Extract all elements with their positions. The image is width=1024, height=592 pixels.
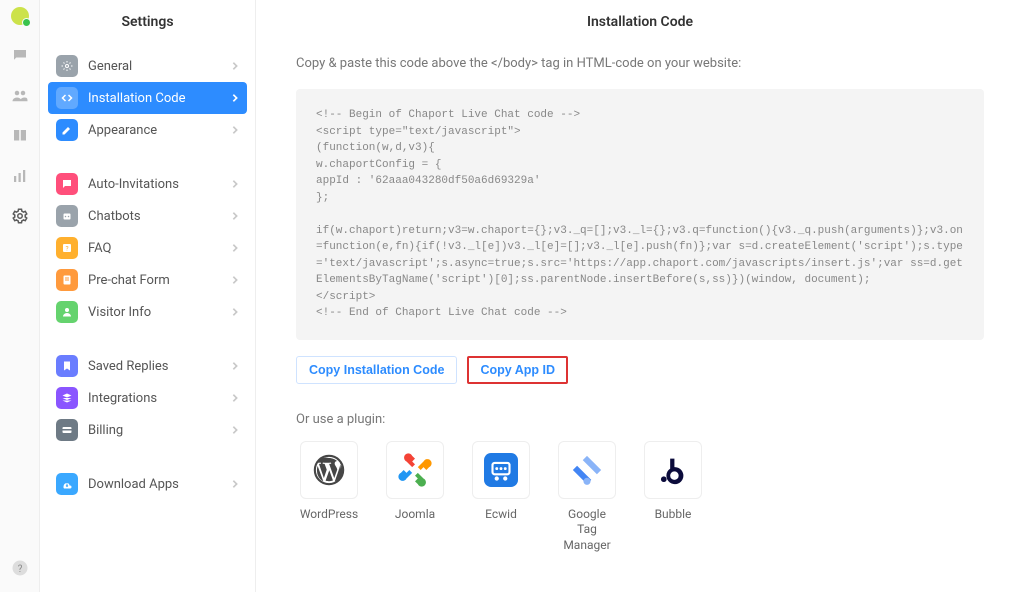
plugins-label: Or use a plugin:	[296, 412, 984, 427]
plugin-label: Joomla	[382, 507, 448, 523]
sidebar-item-download-apps[interactable]: Download Apps	[48, 468, 247, 500]
stats-icon[interactable]	[10, 166, 30, 186]
book-icon[interactable]	[10, 126, 30, 146]
people-icon[interactable]	[10, 86, 30, 106]
download-icon	[56, 473, 78, 495]
wordpress-icon	[300, 441, 358, 499]
chevron-right-icon	[231, 479, 239, 489]
chevron-right-icon	[231, 61, 239, 71]
sidebar-item-label: Billing	[88, 423, 123, 438]
sidebar-item-faq[interactable]: ? FAQ	[48, 232, 247, 264]
gear-icon	[56, 55, 78, 77]
plugin-label: Bubble	[640, 507, 706, 523]
stack-icon	[56, 387, 78, 409]
sidebar-item-label: FAQ	[88, 241, 111, 256]
sidebar-item-label: Auto-Invitations	[88, 177, 179, 192]
sidebar-item-label: Installation Code	[88, 91, 185, 106]
sidebar-item-label: Download Apps	[88, 477, 179, 492]
ecwid-icon	[472, 441, 530, 499]
form-icon	[56, 269, 78, 291]
chats-icon[interactable]	[10, 46, 30, 66]
chat-icon	[56, 173, 78, 195]
sidebar-item-label: Saved Replies	[88, 359, 169, 374]
sidebar-item-integrations[interactable]: Integrations	[48, 382, 247, 414]
chevron-right-icon	[231, 307, 239, 317]
copy-code-button[interactable]: Copy Installation Code	[296, 356, 457, 384]
plugin-google[interactable]: GoogleTag Manager	[554, 441, 620, 554]
sidebar-item-chatbots[interactable]: Chatbots	[48, 200, 247, 232]
sidebar-title: Settings	[40, 0, 255, 50]
plugin-ecwid[interactable]: Ecwid	[468, 441, 534, 554]
gtm-icon	[558, 441, 616, 499]
sidebar-item-saved-replies[interactable]: Saved Replies	[48, 350, 247, 382]
chevron-right-icon	[231, 93, 239, 103]
nav-rail: ?	[0, 0, 40, 592]
svg-text:?: ?	[65, 245, 68, 253]
chevron-right-icon	[231, 125, 239, 135]
plugin-wordpress[interactable]: WordPress	[296, 441, 362, 554]
pencil-icon	[56, 119, 78, 141]
page-title: Installation Code	[256, 0, 1024, 56]
svg-text:?: ?	[17, 564, 22, 575]
sidebar-item-billing[interactable]: Billing	[48, 414, 247, 446]
code-icon	[56, 87, 78, 109]
chevron-right-icon	[231, 275, 239, 285]
sidebar-item-auto-invitations[interactable]: Auto-Invitations	[48, 168, 247, 200]
card-icon	[56, 419, 78, 441]
sidebar-item-label: Pre-chat Form	[88, 273, 170, 288]
settings-nav-icon[interactable]	[10, 206, 30, 226]
plugin-label: Ecwid	[468, 507, 534, 523]
copy-app-id-button[interactable]: Copy App ID	[467, 356, 568, 384]
sidebar-item-general[interactable]: General	[48, 50, 247, 82]
sidebar-item-label: Integrations	[88, 391, 157, 406]
sidebar-item-label: Visitor Info	[88, 305, 151, 320]
help-icon[interactable]: ?	[10, 558, 30, 578]
code-block[interactable]: <!-- Begin of Chaport Live Chat code -->…	[296, 89, 984, 340]
faq-icon: ?	[56, 237, 78, 259]
settings-sidebar: Settings General Installation Code Appeara…	[40, 0, 256, 592]
sidebar-item-label: Chatbots	[88, 209, 141, 224]
joomla-icon	[386, 441, 444, 499]
bot-icon	[56, 205, 78, 227]
chevron-right-icon	[231, 179, 239, 189]
sidebar-item-label: General	[88, 59, 132, 74]
sidebar-item-visitor-info[interactable]: Visitor Info	[48, 296, 247, 328]
intro-text: Copy & paste this code above the </body>…	[296, 56, 984, 71]
sidebar-item-appearance[interactable]: Appearance	[48, 114, 247, 146]
sidebar-item-label: Appearance	[88, 123, 157, 138]
plugin-label: GoogleTag Manager	[554, 507, 620, 554]
logo-icon[interactable]	[10, 6, 30, 26]
plugin-joomla[interactable]: Joomla	[382, 441, 448, 554]
bubble-icon	[644, 441, 702, 499]
plugin-label: WordPress	[296, 507, 362, 523]
visitor-icon	[56, 301, 78, 323]
chevron-right-icon	[231, 243, 239, 253]
main-panel: Installation Code Copy & paste this code…	[256, 0, 1024, 592]
sidebar-item-installation-code[interactable]: Installation Code	[48, 82, 247, 114]
chevron-right-icon	[231, 361, 239, 371]
chevron-right-icon	[231, 211, 239, 221]
plugin-bubble[interactable]: Bubble	[640, 441, 706, 554]
bookmark-icon	[56, 355, 78, 377]
sidebar-item-pre-chat-form[interactable]: Pre-chat Form	[48, 264, 247, 296]
chevron-right-icon	[231, 393, 239, 403]
chevron-right-icon	[231, 425, 239, 435]
